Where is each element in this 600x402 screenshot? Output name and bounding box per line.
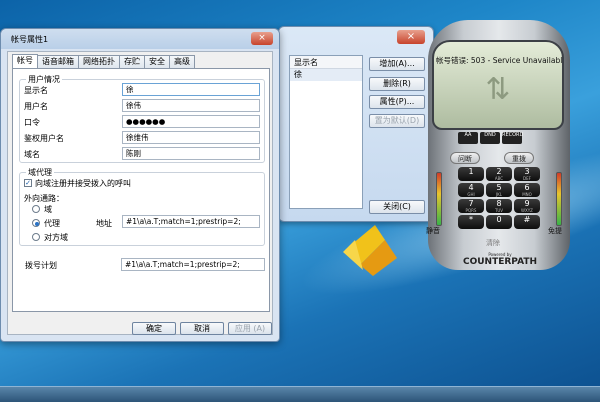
tab-security[interactable]: 安全 — [144, 55, 170, 68]
tab-strip: 帐号 语音邮箱 网络拓扑 存贮 安全 高级 — [12, 54, 195, 68]
softphone-display: 帐号错误: 503 - Service Unavailable ⇅ — [432, 40, 564, 130]
key-0[interactable]: 0 — [486, 215, 512, 229]
dial-plan-field[interactable]: #1\a\a.T;match=1;prestrip=2; — [121, 258, 265, 271]
user-info-group: 用户情况 显示名 徐 用户名 徐伟 口令 ●●●●●● 鉴权用户名 徐维伟 域名… — [19, 74, 265, 163]
radio-proxy-label: 代理 — [44, 219, 60, 228]
status-message: 帐号错误: 503 - Service Unavailable — [436, 56, 564, 65]
address-label: 地址 — [96, 219, 112, 228]
close-icon[interactable]: × — [251, 32, 273, 45]
user-info-group-title: 用户情况 — [26, 74, 62, 85]
tab-advanced[interactable]: 高级 — [169, 55, 195, 68]
account-tab-panel: 用户情况 显示名 徐 用户名 徐伟 口令 ●●●●●● 鉴权用户名 徐维伟 域名… — [12, 68, 270, 312]
record-button[interactable]: RECORD — [502, 132, 523, 144]
radio-peer-domain-label: 对方域 — [44, 233, 68, 242]
display-name-field[interactable]: 徐 — [122, 83, 260, 96]
tab-topology[interactable]: 网络拓扑 — [78, 55, 120, 68]
redial-button[interactable]: 问断 — [450, 152, 480, 164]
account-properties-button[interactable]: 属性(P)... — [369, 95, 425, 109]
register-checkbox-label: 向域注册并接受拨入的呼叫 — [35, 179, 131, 188]
radio-peer-domain[interactable] — [32, 233, 40, 241]
key-7[interactable]: 7 PQRS — [458, 199, 484, 213]
register-checkbox[interactable]: ✓ — [24, 179, 32, 187]
key-6[interactable]: 6 MNO — [514, 183, 540, 197]
add-account-button[interactable]: 增加(A)... — [369, 57, 425, 71]
dnd-button[interactable]: DND — [480, 132, 500, 144]
taskbar — [0, 386, 600, 402]
ok-button[interactable]: 确定 — [132, 322, 176, 335]
user-name-field[interactable]: 徐伟 — [122, 99, 260, 112]
key-4[interactable]: 4 GHI — [458, 183, 484, 197]
dial-keypad: 1 2 ABC 3 DEF 4 GHI 5 JKL 6 MNO 7 PQRS 8 TUV 9 WXYZ * 0… — [457, 166, 543, 230]
dialog-client: 帐号 语音邮箱 网络拓扑 存贮 安全 高级 用户情况 显示名 徐 用户名 徐伟 口令 ●●… — [7, 51, 273, 335]
display-name-label: 显示名 — [24, 86, 48, 95]
radio-domain[interactable] — [32, 205, 40, 213]
password-field[interactable]: ●●●●●● — [122, 115, 260, 128]
dialog-title: 帐号属性1 — [11, 35, 49, 44]
proxy-address-field[interactable]: #1\a\a.T;match=1;prestrip=2; — [122, 215, 260, 228]
proxy-group-title: 域代理 — [26, 167, 54, 178]
cancel-button[interactable]: 取消 — [180, 322, 224, 335]
user-name-label: 用户名 — [24, 102, 48, 111]
dialog-titlebar[interactable]: 帐号属性1 × — [1, 29, 279, 49]
tab-voicemail[interactable]: 语音邮箱 — [37, 55, 79, 68]
accounts-list[interactable]: 显示名 徐 — [289, 55, 363, 209]
domain-field[interactable]: 陈刚 — [122, 147, 260, 160]
transfer-arrows-icon: ⇅ — [485, 72, 511, 107]
key-5[interactable]: 5 JKL — [486, 183, 512, 197]
account-properties-dialog: 帐号属性1 × 帐号 语音邮箱 网络拓扑 存贮 安全 高级 用户情况 显示名 徐 用户名 … — [0, 28, 280, 342]
auth-user-label: 鉴权用户名 — [24, 134, 64, 143]
speaker-level-meter[interactable] — [556, 172, 562, 226]
brand-logo: Powered by COUNTERPATH — [462, 252, 538, 267]
password-label: 口令 — [24, 118, 40, 127]
key-9[interactable]: 9 WXYZ — [514, 199, 540, 213]
remove-account-button[interactable]: 删除(R) — [369, 77, 425, 91]
apply-button: 应用 (A) — [228, 322, 272, 335]
accounts-window: × 显示名 徐 增加(A)... 删除(R) 属性(P)... 置为默认(D) … — [278, 26, 434, 222]
auto-answer-button[interactable]: AA — [458, 132, 478, 144]
key-1[interactable]: 1 — [458, 167, 484, 181]
key-8[interactable]: 8 TUV — [486, 199, 512, 213]
softphone: 帐号错误: 503 - Service Unavailable ⇅ AA DND… — [420, 12, 578, 270]
close-button[interactable]: 关闭(C) — [369, 200, 425, 214]
proxy-group: 域代理 ✓ 向域注册并接受拨入的呼叫 外向通路： 域 代理 地址 #1\a\a.… — [19, 167, 265, 246]
tab-account[interactable]: 帐号 — [12, 54, 38, 68]
auth-user-field[interactable]: 徐维伟 — [122, 131, 260, 144]
clear-button[interactable]: 清除 — [486, 238, 500, 248]
dial-plan-label: 拨号计划 — [25, 261, 57, 270]
radio-proxy[interactable] — [32, 219, 40, 227]
speaker-button[interactable]: 免提 — [548, 226, 562, 236]
list-item[interactable]: 徐 — [290, 69, 362, 81]
mic-level-meter — [436, 172, 442, 226]
outbound-label: 外向通路： — [24, 194, 64, 203]
mute-button[interactable]: 静音 — [426, 226, 440, 236]
tab-storage[interactable]: 存贮 — [119, 55, 145, 68]
key-2[interactable]: 2 ABC — [486, 167, 512, 181]
key-star[interactable]: * — [458, 215, 484, 229]
radio-domain-label: 域 — [44, 205, 52, 214]
key-hash[interactable]: # — [514, 215, 540, 229]
accounts-list-header: 显示名 — [290, 56, 362, 69]
domain-label: 域名 — [24, 150, 40, 159]
set-default-button: 置为默认(D) — [369, 114, 425, 128]
hold-button[interactable]: 重拨 — [504, 152, 534, 164]
key-3[interactable]: 3 DEF — [514, 167, 540, 181]
